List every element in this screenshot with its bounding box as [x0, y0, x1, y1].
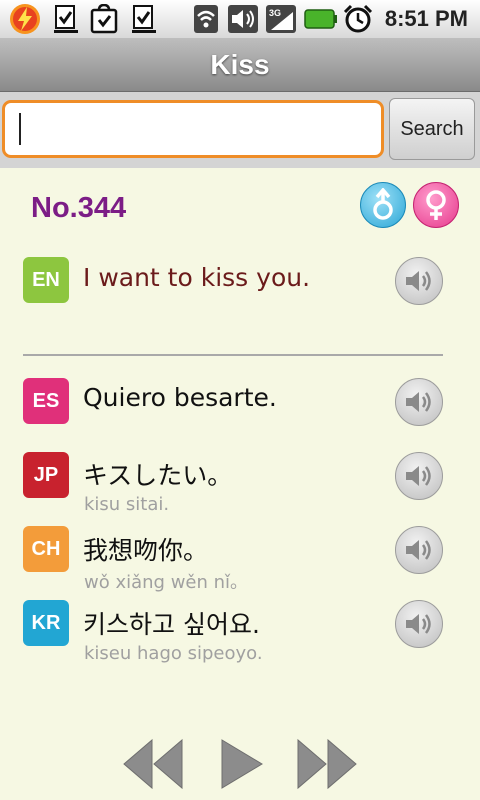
- female-symbol-icon: [426, 190, 446, 220]
- speaker-icon: [406, 392, 431, 412]
- next-button[interactable]: [296, 738, 358, 790]
- page-title: Kiss: [0, 39, 480, 92]
- play-audio-button-es[interactable]: [395, 378, 443, 426]
- lang-badge-jp: JP: [23, 452, 69, 498]
- speaker-icon: [406, 271, 431, 291]
- volume-icon: [226, 4, 260, 34]
- fast-forward-icon: [297, 738, 357, 790]
- lang-badge-es: ES: [23, 378, 69, 424]
- romanization-kr: kiseu hago sipeoyo.: [84, 643, 263, 664]
- search-input[interactable]: [2, 100, 384, 158]
- search-bar: Search: [0, 92, 480, 168]
- phrase-text-jp: キスしたい。: [83, 461, 233, 490]
- male-voice-button[interactable]: [360, 182, 406, 228]
- battery-icon: [304, 4, 338, 34]
- text-caret: [19, 113, 21, 145]
- search-button[interactable]: Search: [389, 98, 475, 160]
- male-symbol-icon: [373, 188, 393, 220]
- speaker-icon: [406, 614, 431, 634]
- play-icon: [221, 739, 263, 789]
- download-done-icon: [50, 4, 82, 34]
- play-audio-button-kr[interactable]: [395, 600, 443, 648]
- lang-badge-kr: KR: [23, 600, 69, 646]
- rewind-icon: [123, 738, 183, 790]
- wifi-icon: [190, 4, 222, 34]
- status-bar: 3G 8:51 PM: [0, 0, 480, 39]
- alarm-clock-icon: [342, 4, 374, 34]
- shopping-bag-icon: [88, 4, 120, 34]
- speaker-icon: [406, 540, 431, 560]
- play-audio-button-ch[interactable]: [395, 526, 443, 574]
- romanization-ch: wǒ xiǎng wěn nǐ。: [84, 572, 249, 593]
- phrase-number: No.344: [31, 192, 127, 224]
- lang-badge-ch: CH: [23, 526, 69, 572]
- play-audio-button-en[interactable]: [395, 257, 443, 305]
- previous-button[interactable]: [122, 738, 184, 790]
- play-audio-button-jp[interactable]: [395, 452, 443, 500]
- divider: [23, 354, 443, 356]
- phrase-text-en: I want to kiss you.: [83, 263, 311, 292]
- speaker-icon: [406, 466, 431, 486]
- svg-text:3G: 3G: [269, 8, 281, 18]
- phrase-text-kr: 키스하고 싶어요.: [83, 610, 260, 639]
- phrase-text-ch: 我想吻你。: [83, 536, 209, 565]
- 3g-signal-icon: 3G: [264, 4, 298, 34]
- romanization-jp: kisu sitai.: [84, 494, 170, 515]
- lang-badge-en: EN: [23, 257, 69, 303]
- download-done-icon: [128, 4, 160, 34]
- play-button[interactable]: [218, 738, 264, 790]
- status-time: 8:51 PM: [384, 6, 468, 31]
- phrase-text-es: Quiero besarte.: [83, 383, 277, 412]
- female-voice-button[interactable]: [413, 182, 459, 228]
- flash-app-icon: [8, 4, 42, 34]
